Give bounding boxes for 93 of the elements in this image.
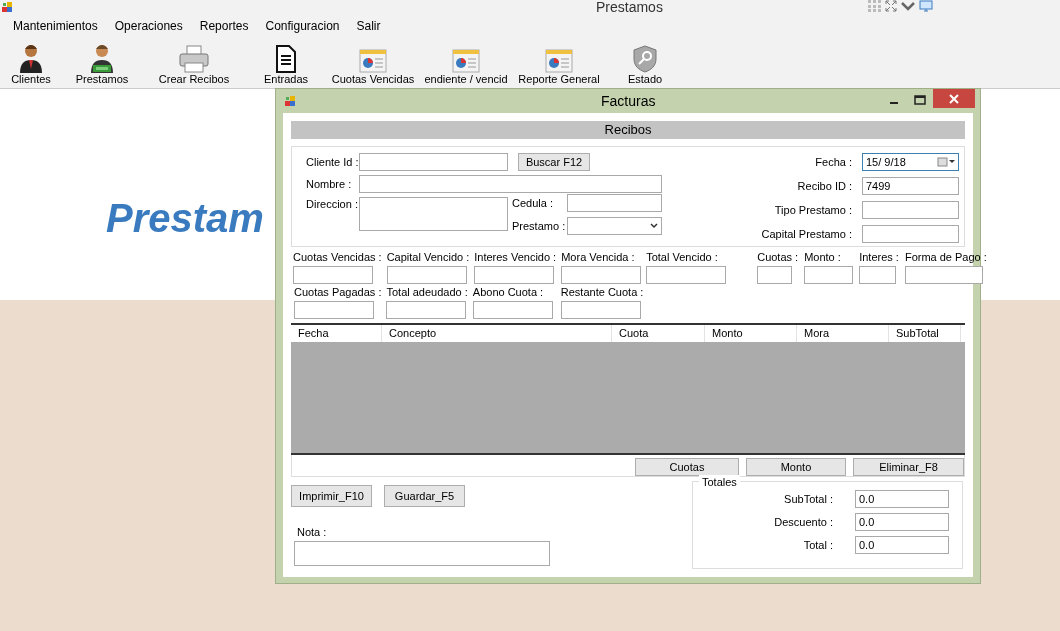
input-field[interactable] [474, 266, 555, 284]
window-title: Prestamos [596, 0, 663, 14]
toolbar-button[interactable]: Clientes [8, 37, 54, 87]
dropdown-field[interactable] [567, 217, 662, 235]
field-label: Monto : [804, 250, 842, 264]
field-label: Fecha : [814, 155, 852, 169]
input-field[interactable]: 0.0 [855, 536, 949, 554]
input-field[interactable] [293, 266, 373, 284]
grid-button[interactable]: Eliminar_F8 [853, 458, 964, 476]
app-icon [2, 2, 13, 13]
input-field[interactable]: 7499 [862, 177, 959, 195]
field-label: Capital Prestamo : [760, 227, 852, 241]
input-field[interactable] [904, 266, 983, 284]
field-label: Total : [802, 538, 833, 552]
section-header: Recibos [291, 121, 965, 139]
menu-item[interactable]: Operaciones [114, 17, 183, 35]
toolbar-button[interactable]: Prestamos [70, 37, 134, 87]
toolbar-button[interactable]: Cuotas Vencidas [328, 37, 418, 87]
input-field[interactable]: 0.0 [855, 490, 949, 508]
input-field[interactable] [560, 301, 641, 319]
field-label: Forma de Pago : [904, 250, 987, 264]
monitor-icon[interactable] [919, 0, 933, 12]
grid-button[interactable]: Monto [746, 458, 846, 476]
toolbar-button[interactable]: endiente / vencid [421, 37, 511, 87]
input-field[interactable] [804, 266, 854, 284]
calendar-icon[interactable] [937, 157, 955, 167]
field-label: Restante Cuota : [560, 285, 644, 299]
toolbar-button[interactable]: Reporte General [514, 37, 604, 87]
field-label: Abono Cuota : [472, 285, 545, 299]
input-field[interactable] [386, 266, 467, 284]
grid-icon[interactable] [868, 0, 881, 12]
input-field[interactable] [561, 266, 642, 284]
printer-icon [179, 45, 209, 73]
field-label: Direccion : [306, 197, 359, 211]
field-label: Nombre : [306, 177, 353, 191]
person-money-icon [90, 43, 114, 73]
caret-icon [650, 223, 658, 229]
field-label: Interes : [859, 250, 899, 264]
field-label: Tipo Prestamo : [773, 203, 852, 217]
dialog-title: Facturas [601, 92, 656, 111]
field-label: Mora Vencida : [561, 250, 636, 264]
document-icon [275, 45, 297, 73]
field-label: Descuento : [773, 515, 833, 529]
input-field[interactable] [386, 301, 467, 319]
menu-item[interactable]: Configuracion [265, 17, 340, 35]
headline-text: Prestam [106, 195, 264, 242]
input-field[interactable] [646, 266, 727, 284]
input-field[interactable] [757, 266, 793, 284]
menu-item[interactable]: Reportes [199, 17, 249, 35]
input-field[interactable] [359, 175, 662, 193]
input-field[interactable] [294, 301, 374, 319]
toolbar-button[interactable]: Estado [612, 37, 678, 87]
chevron-down-icon[interactable] [901, 1, 915, 11]
action-button[interactable]: Imprimir_F10 [291, 485, 372, 507]
action-button[interactable]: Guardar_F5 [384, 485, 465, 507]
report-icon [359, 49, 387, 73]
input-field[interactable]: 0.0 [855, 513, 949, 531]
field-label: Nota : [297, 525, 327, 539]
input-field[interactable] [472, 301, 553, 319]
input-field[interactable] [862, 201, 959, 219]
menu-item[interactable]: Mantenimientos [13, 17, 98, 35]
group-title: Totales [699, 475, 740, 489]
toolbar-button[interactable]: Crear Recibos [154, 37, 234, 87]
shield-icon [632, 45, 658, 73]
field-label: SubTotal : [783, 492, 833, 506]
field-label: Total adeudado : [386, 285, 468, 299]
field-label: Cuotas : [757, 250, 799, 264]
report-icon [545, 49, 573, 73]
field-label: Cedula : [512, 196, 554, 210]
field-label: Recibo ID : [796, 179, 852, 193]
field-label: Interes Vencido : [474, 250, 557, 264]
input-field[interactable] [359, 197, 508, 231]
app-icon [285, 95, 296, 107]
input-field[interactable] [294, 541, 550, 566]
report-icon [452, 49, 480, 73]
field-label: Prestamo : [512, 219, 567, 233]
field-label: Cuotas Pagadas : [294, 285, 382, 299]
field-label: Capital Vencido : [386, 250, 470, 264]
expand-icon[interactable] [885, 0, 897, 12]
field-label: Cliente Id : [306, 155, 359, 169]
person-icon [19, 43, 43, 73]
menu-item[interactable]: Salir [356, 17, 381, 35]
close-icon[interactable] [933, 89, 975, 108]
input-field[interactable] [862, 225, 959, 243]
grid-button[interactable]: Cuotas [635, 458, 739, 476]
input-field[interactable] [359, 153, 508, 171]
search-button[interactable]: Buscar F12 [518, 153, 590, 171]
field-label: Total Vencido : [646, 250, 719, 264]
input-field[interactable] [567, 194, 662, 212]
toolbar-button[interactable]: Entradas [254, 37, 318, 87]
field-label: Cuotas Vencidas : [293, 250, 382, 264]
date-field[interactable]: 15/ 9/18 [862, 153, 959, 171]
input-field[interactable] [859, 266, 897, 284]
